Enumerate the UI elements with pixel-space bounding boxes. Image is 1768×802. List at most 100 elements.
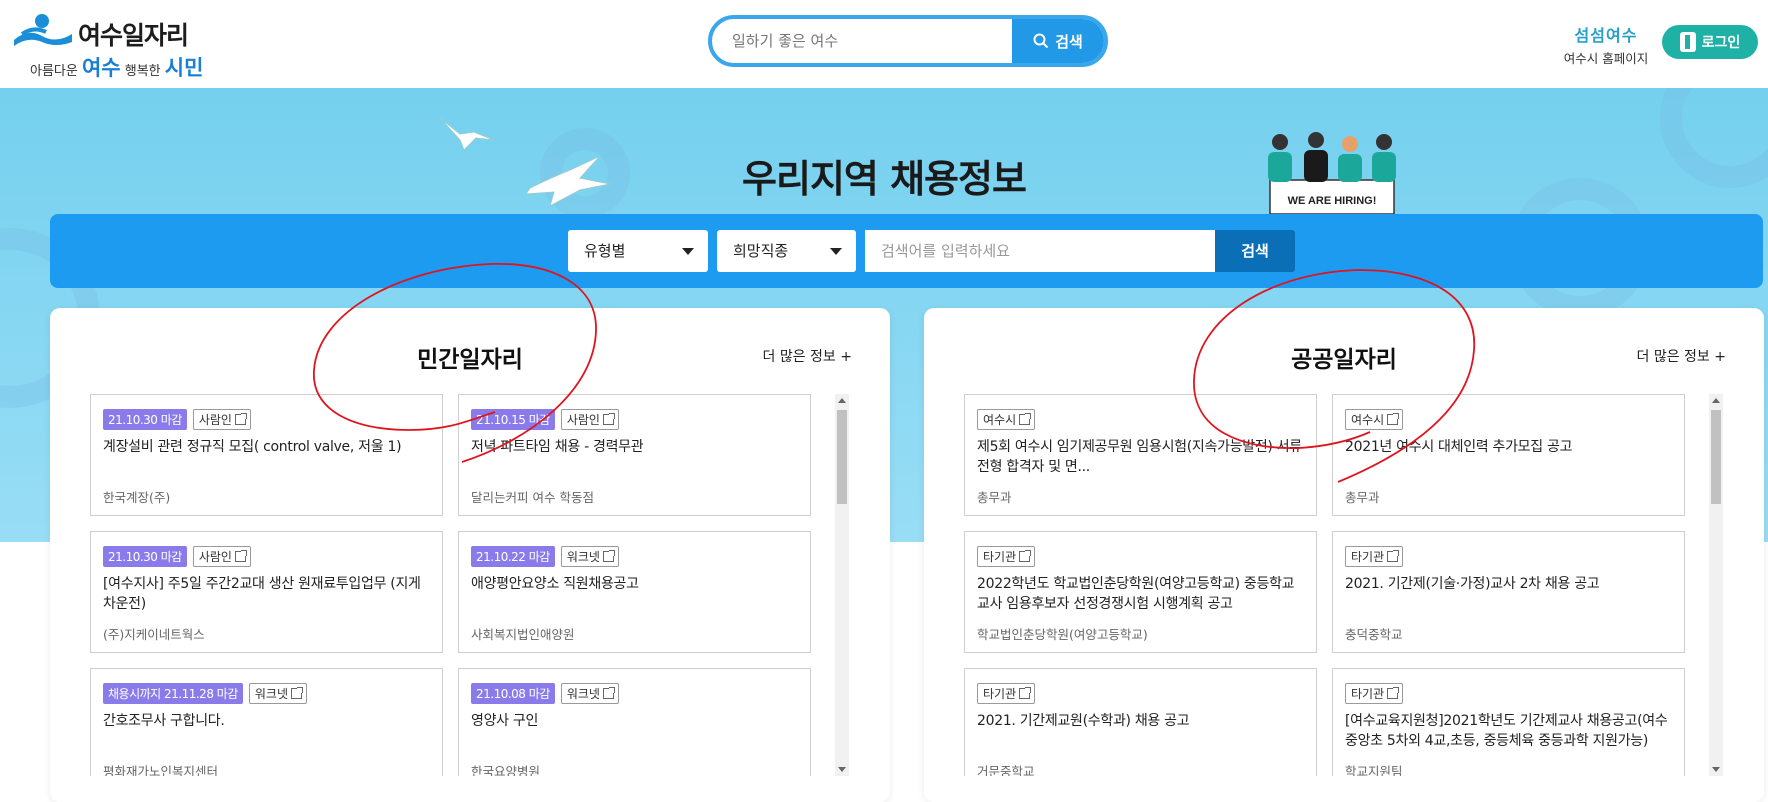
job-title: 저녁 파트타임 채용 - 경력무관 [471, 439, 644, 455]
job-org: 달리는커피 여수 학동점 [471, 490, 594, 505]
job-card[interactable]: 타기관 [여수교육지원청]2021학년도 기간제교사 채용공고(여수중앙초 5차… [1332, 668, 1685, 776]
source-badge: 사람인 [560, 408, 619, 430]
source-badge: 타기관 [1345, 682, 1404, 704]
public-job-list: 여수시 제5회 여수시 임기제공무원 임용시험(지속가능발전) 서류전형 합격자… [964, 394, 1704, 776]
chevron-down-icon [682, 248, 694, 255]
job-title: 2021. 기간제(기술·가정)교사 2차 채용 공고 [1345, 576, 1600, 592]
job-org: 충덕중학교 [1345, 627, 1403, 642]
hiring-sign-text: WE ARE HIRING! [1288, 195, 1377, 207]
job-title: 영양사 구인 [471, 713, 539, 729]
job-org: 총무과 [1345, 490, 1380, 505]
job-card[interactable]: 21.10.15 마감 사람인 저녁 파트타임 채용 - 경력무관 달리는커피 여… [458, 394, 811, 516]
job-card[interactable]: 21.10.08 마감 워크넷 영양사 구인 한국요양병원 [458, 668, 811, 776]
job-org: 거문중학교 [977, 764, 1035, 776]
external-link-icon [1387, 412, 1400, 425]
job-title: 2021. 기간제교원(수학과) 채용 공고 [977, 713, 1190, 729]
slogan-mid: 행복한 [124, 64, 161, 79]
hiring-people-illustration: WE ARE HIRING! [1268, 132, 1396, 215]
private-more-link[interactable]: 더 많은 정보 + [763, 346, 852, 366]
scroll-up-icon[interactable] [1712, 398, 1720, 403]
job-card[interactable]: 타기관 2021. 기간제교원(수학과) 채용 공고 거문중학교 [964, 668, 1317, 776]
external-link-icon [602, 412, 615, 425]
source-badge: 워크넷 [560, 682, 619, 704]
home-label: 여수시 홈페이지 [1563, 51, 1649, 66]
source-label: 사람인 [566, 412, 600, 427]
source-label: 타기관 [983, 549, 1017, 564]
source-label: 타기관 [1351, 686, 1385, 701]
source-label: 타기관 [1351, 549, 1385, 564]
logo-title: 여수일자리 [78, 21, 189, 50]
job-org: 사회복지법인애양원 [471, 627, 575, 642]
job-title: 제5회 여수시 임기제공무원 임용시험(지속가능발전) 서류전형 합격자 및 면… [977, 439, 1302, 475]
external-link-icon [234, 412, 247, 425]
login-label: 로그인 [1701, 35, 1741, 51]
job-org: 평화재가노인복지센터 [103, 764, 219, 776]
type-select-value: 유형별 [584, 242, 626, 260]
scroll-down-icon[interactable] [838, 767, 846, 772]
door-icon [1679, 32, 1696, 52]
job-card[interactable]: 21.10.22 마감 워크넷 애양평안요양소 직원채용공고 사회복지법인애양원 [458, 531, 811, 653]
keyword-input[interactable] [865, 230, 1215, 272]
slogan-city: 여수 [81, 56, 121, 80]
scroll-up-icon[interactable] [838, 398, 846, 403]
job-category-select[interactable]: 희망직종 [717, 230, 856, 272]
keyword-search-button[interactable]: 검색 [1215, 230, 1295, 272]
job-card[interactable]: 타기관 2022학년도 학교법인춘당학원(여양고등학교) 중등학교교사 임용후보… [964, 531, 1317, 653]
source-badge: 타기관 [977, 545, 1036, 567]
scroll-down-icon[interactable] [1712, 767, 1720, 772]
top-search-button-label: 검색 [1055, 32, 1083, 51]
top-search-button[interactable]: 검색 [1012, 19, 1104, 63]
job-card[interactable]: 여수시 제5회 여수시 임기제공무원 임용시험(지속가능발전) 서류전형 합격자… [964, 394, 1317, 516]
job-card[interactable]: 채용시까지 21.11.28 마감 워크넷 간호조무사 구합니다. 평화재가노인복… [90, 668, 443, 776]
external-link-icon [1019, 549, 1032, 562]
job-title: [여수지사] 주5일 주간2교대 생산 원재료투입업무 (지게차운전) [103, 576, 421, 612]
home-logo: 섬섬여수 [1574, 26, 1638, 45]
external-link-icon [290, 686, 303, 699]
job-title: 간호조무사 구합니다. [103, 713, 225, 729]
public-list-scrollbar[interactable] [1709, 394, 1723, 776]
source-label: 워크넷 [254, 686, 288, 701]
wave-logo-icon [14, 14, 72, 46]
top-search-input[interactable] [712, 19, 1014, 63]
external-link-icon [602, 686, 615, 699]
external-link-icon [1019, 412, 1032, 425]
job-org: 한국계장(주) [103, 490, 171, 505]
source-badge: 여수시 [1345, 408, 1404, 430]
type-select[interactable]: 유형별 [568, 230, 708, 272]
external-link-icon [1019, 686, 1032, 699]
job-org: 학교법인춘당학원(여양고등학교) [977, 627, 1148, 642]
source-badge: 여수시 [977, 408, 1036, 430]
private-list-scrollbar[interactable] [835, 394, 849, 776]
job-title: 계장설비 관련 정규직 모집( control valve, 저울 1) [103, 439, 402, 455]
external-link-icon [234, 549, 247, 562]
job-title: 2021년 여수시 대체인력 추가모집 공고 [1345, 439, 1573, 455]
deadline-badge: 21.10.08 마감 [471, 682, 555, 704]
job-card[interactable]: 여수시 2021년 여수시 대체인력 추가모집 공고 총무과 [1332, 394, 1685, 516]
site-logo[interactable]: 여수일자리 아름다운 여수 행복한 시민 [12, 10, 212, 80]
external-link-icon [1387, 549, 1400, 562]
deadline-badge: 21.10.22 마감 [471, 545, 555, 567]
login-button[interactable]: 로그인 [1662, 25, 1758, 59]
private-job-list: 21.10.30 마감 사람인 계장설비 관련 정규직 모집( control v… [90, 394, 830, 776]
source-badge: 타기관 [977, 682, 1036, 704]
job-card[interactable]: 타기관 2021. 기간제(기술·가정)교사 2차 채용 공고 충덕중학교 [1332, 531, 1685, 653]
source-label: 사람인 [198, 549, 232, 564]
public-more-link[interactable]: 더 많은 정보 + [1637, 346, 1726, 366]
yeosu-homepage-link[interactable]: 섬섬여수 여수시 홈페이지 [1548, 22, 1664, 67]
slogan-pre: 아름다운 [30, 64, 78, 79]
source-badge: 워크넷 [248, 682, 307, 704]
external-link-icon [602, 549, 615, 562]
public-jobs-panel: 공공일자리 더 많은 정보 + 여수시 제5회 여수시 임기제공무원 임용시험(… [924, 308, 1764, 802]
site-header: 여수일자리 아름다운 여수 행복한 시민 검색 섬섬여수 여수시 홈페이지 로그… [0, 0, 1768, 88]
source-label: 여수시 [1351, 412, 1385, 427]
job-card[interactable]: 21.10.30 마감 사람인 계장설비 관련 정규직 모집( control v… [90, 394, 443, 516]
job-org: (주)지케이네트웍스 [103, 627, 205, 642]
job-title: [여수교육지원청]2021학년도 기간제교사 채용공고(여수중앙초 5차외 4교… [1345, 713, 1668, 749]
job-select-value: 희망직종 [733, 242, 789, 260]
scroll-thumb[interactable] [1711, 410, 1721, 504]
external-link-icon [1387, 686, 1400, 699]
source-badge: 타기관 [1345, 545, 1404, 567]
source-badge: 사람인 [192, 408, 251, 430]
job-card[interactable]: 21.10.30 마감 사람인 [여수지사] 주5일 주간2교대 생산 원재료투입… [90, 531, 443, 653]
scroll-thumb[interactable] [837, 410, 847, 504]
